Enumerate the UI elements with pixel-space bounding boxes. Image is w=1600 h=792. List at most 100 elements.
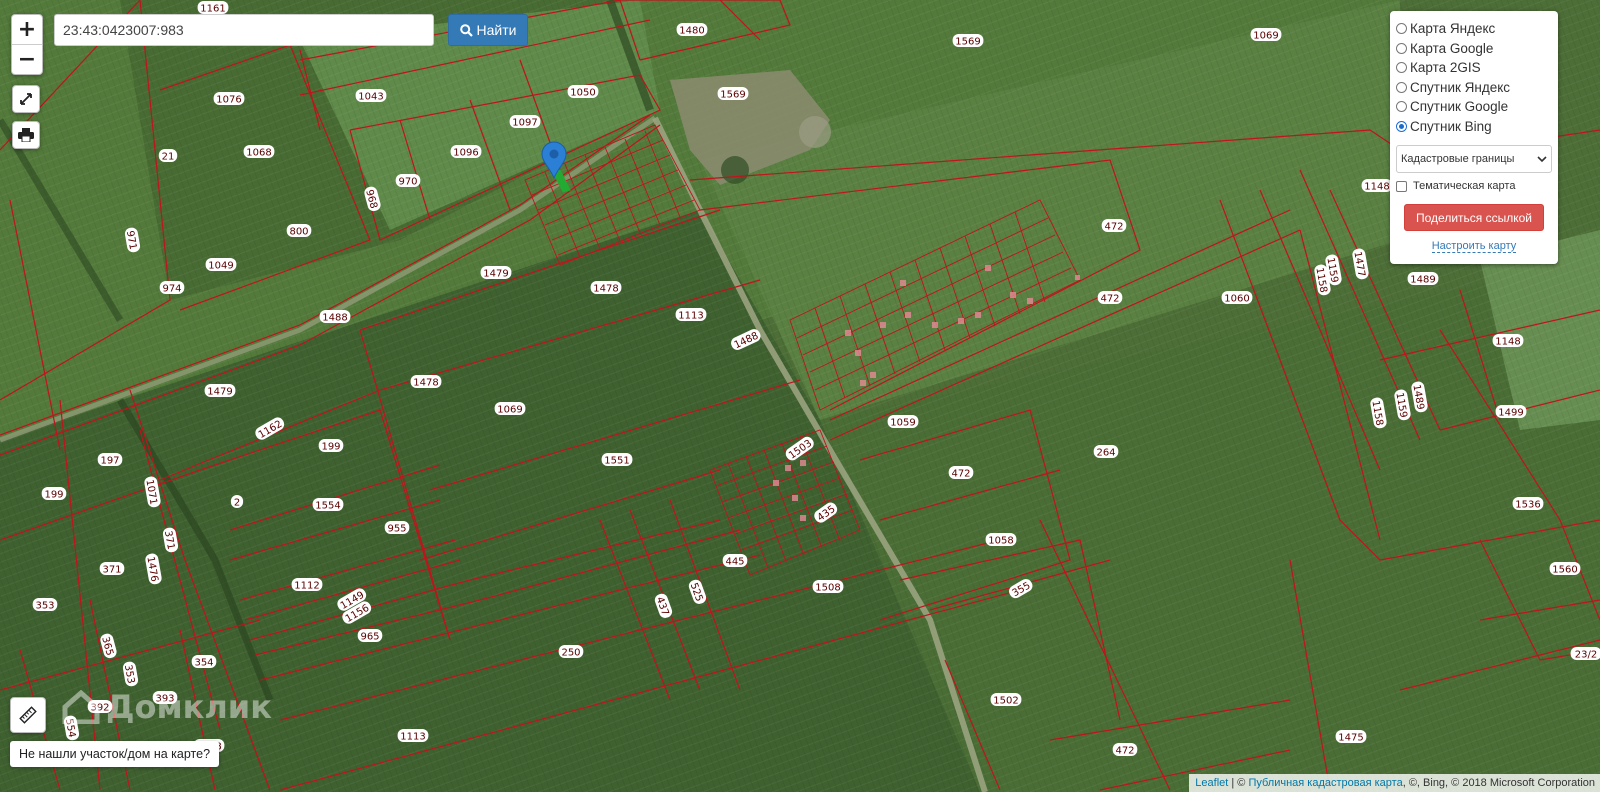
parcel-number: 965	[360, 632, 379, 643]
parcel-number: 970	[398, 177, 417, 188]
parcel-label: 1148	[1361, 179, 1393, 193]
parcel-number: 1489	[1410, 275, 1435, 286]
parcel-label: 1043	[355, 89, 387, 103]
parcel-label: 23/2	[1570, 647, 1600, 661]
parcel-number: 23/2	[1575, 650, 1597, 661]
ruler-button[interactable]	[10, 697, 46, 733]
not-found-parcel-button[interactable]: Не нашли участок/дом на карте?	[10, 741, 220, 767]
parcel-label: 371	[99, 562, 125, 576]
layer-option-label: Спутник Яндекс	[1410, 79, 1511, 95]
layer-option-label: Карта 2GIS	[1410, 60, 1481, 76]
parcel-number: 354	[194, 658, 213, 669]
chevron-down-icon	[1537, 155, 1547, 162]
zoom-in-button[interactable]: +	[12, 15, 42, 44]
parcel-label: 1479	[204, 384, 236, 398]
parcel-label: 1096	[450, 145, 482, 159]
parcel-label: 445	[722, 554, 748, 568]
thematic-map-toggle[interactable]: Тематическая карта	[1396, 180, 1552, 192]
search-button[interactable]: Найти	[448, 14, 528, 46]
parcel-label: 1488	[319, 310, 351, 324]
parcel-label: 393	[152, 691, 178, 705]
cadastral-search-input[interactable]	[54, 14, 434, 46]
zoom-control: + −	[11, 14, 43, 75]
parcel-label: 1059	[887, 415, 919, 429]
parcel-number: 1551	[604, 456, 629, 467]
layer-radio[interactable]	[1396, 42, 1407, 54]
ruler-icon	[19, 706, 37, 724]
parcel-number: 199	[321, 442, 340, 453]
parcel-number: 1059	[890, 418, 915, 429]
parcel-label: 1060	[1221, 291, 1253, 305]
fullscreen-icon	[20, 93, 32, 105]
parcel-label: 1478	[410, 375, 442, 389]
parcel-label: 472	[1112, 743, 1138, 757]
satellite-map[interactable]: 1161 1043 1076 21 1068 800 971 1049 974 968 970 109…	[0, 0, 1600, 792]
parcel-number: 472	[951, 469, 970, 480]
parcel-number: 1502	[993, 696, 1018, 707]
parcel-label: 1113	[397, 729, 429, 743]
parcel-label: 800	[286, 224, 312, 238]
parcel-number: 472	[1100, 294, 1119, 305]
parcel-number: 199	[44, 490, 63, 501]
layer-option[interactable]: Спутник Google	[1396, 97, 1552, 117]
overlay-select-value: Кадастровые границы	[1401, 153, 1515, 165]
layer-radio[interactable]	[1396, 120, 1407, 132]
layer-radio[interactable]	[1396, 62, 1407, 74]
parcel-label: 1480	[676, 23, 708, 37]
cadastral-map-link[interactable]: Публичная кадастровая карта	[1248, 777, 1402, 789]
print-button[interactable]	[12, 121, 40, 149]
layer-option[interactable]: Спутник Яндекс	[1396, 78, 1552, 98]
attribution-rest: , ©, Bing, © 2018 Microsoft Corporation	[1402, 777, 1595, 789]
parcel-number: 1499	[1498, 408, 1523, 419]
parcel-label: 1502	[990, 693, 1022, 707]
parcel-label: 1554	[312, 498, 344, 512]
parcel-label: 21	[158, 149, 178, 163]
layer-option[interactable]: Спутник Bing	[1396, 117, 1552, 137]
map-canvas[interactable]: 11611043107621 10688009711049974968970109…	[0, 0, 1600, 792]
layer-option[interactable]: Карта Google	[1396, 39, 1552, 59]
zoom-out-button[interactable]: −	[12, 44, 42, 74]
parcel-number: 1480	[679, 26, 704, 37]
parcel-label: 250	[558, 645, 584, 659]
parcel-number: 1060	[1224, 294, 1249, 305]
not-found-label: Не нашли участок/дом на карте?	[19, 747, 211, 761]
map-attribution: Leaflet | © Публичная кадастровая карта,…	[1189, 774, 1600, 792]
leaflet-link[interactable]: Leaflet	[1195, 777, 1228, 789]
parcel-label: 1069	[494, 402, 526, 416]
layer-option-label: Спутник Bing	[1410, 118, 1492, 134]
parcel-number: 2	[234, 498, 240, 509]
layer-radio[interactable]	[1396, 23, 1407, 35]
parcel-number: 800	[289, 227, 308, 238]
parcel-label: 1148	[1492, 334, 1524, 348]
layer-option-label: Спутник Google	[1410, 99, 1509, 115]
parcel-label: 970	[395, 174, 421, 188]
layer-option[interactable]: Карта 2GIS	[1396, 58, 1552, 78]
fullscreen-button[interactable]	[12, 85, 40, 113]
parcel-number: 1508	[815, 583, 840, 594]
share-link-button[interactable]: Поделиться ссылкой	[1404, 204, 1544, 231]
layer-option[interactable]: Карта Яндекс	[1396, 19, 1552, 39]
search-icon	[459, 23, 473, 37]
parcel-number: 392	[90, 703, 109, 714]
configure-map-label: Настроить карту	[1431, 240, 1517, 253]
layer-radio[interactable]	[1396, 101, 1407, 113]
parcel-label: 965	[357, 629, 383, 643]
layer-option-label: Карта Google	[1410, 40, 1494, 56]
parcel-number: 1536	[1515, 500, 1540, 511]
attribution-sep: | ©	[1228, 777, 1249, 789]
parcel-label: 1068	[243, 145, 275, 159]
printer-icon	[18, 128, 34, 142]
configure-map-link[interactable]: Настроить карту	[1396, 240, 1552, 253]
parcel-number: 1076	[216, 95, 241, 106]
parcel-label: 1479	[480, 266, 512, 280]
parcel-number: 1050	[570, 88, 595, 99]
parcel-label: 264	[1093, 445, 1119, 459]
thematic-map-checkbox[interactable]	[1396, 180, 1407, 192]
parcel-label: 1551	[601, 453, 633, 467]
parcel-number: 1478	[593, 284, 618, 295]
parcel-label: 1569	[952, 34, 984, 48]
overlay-select[interactable]: Кадастровые границы	[1396, 145, 1552, 173]
layer-radio[interactable]	[1396, 81, 1407, 93]
parcel-label: 1058	[985, 533, 1017, 547]
parcel-label: 955	[384, 521, 410, 535]
